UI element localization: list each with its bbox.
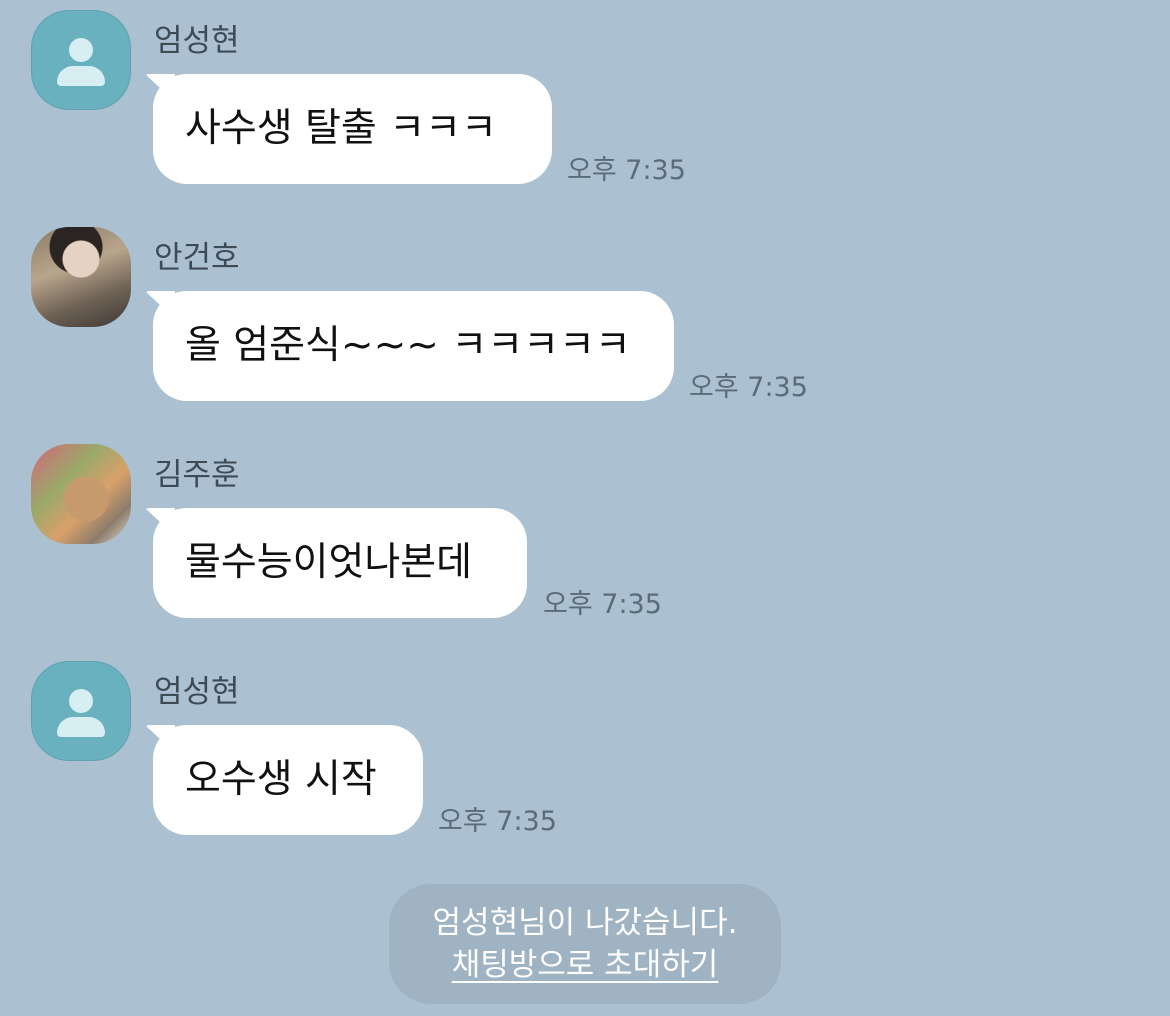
system-notice: 엄성현님이 나갔습니다. 채팅방으로 초대하기 — [389, 884, 781, 1004]
user-left-text: 엄성현님이 나갔습니다. — [432, 905, 738, 941]
message-time: 오후 7:35 — [567, 155, 686, 186]
sender-name: 엄성현 — [154, 23, 240, 59]
message-bubble[interactable]: 올 엄준식~~~ ㅋㅋㅋㅋㅋ — [153, 291, 674, 401]
default-profile-icon — [69, 38, 93, 62]
message-time: 오후 7:35 — [438, 806, 557, 837]
message-bubble[interactable]: 사수생 탈출 ㅋㅋㅋ — [153, 74, 552, 184]
avatar[interactable] — [31, 661, 131, 761]
sender-name: 엄성현 — [154, 674, 240, 710]
default-profile-icon — [69, 689, 93, 713]
message-bubble[interactable]: 오수생 시작 — [153, 725, 423, 835]
sender-name: 김주훈 — [154, 457, 240, 493]
invite-to-chat-link[interactable]: 채팅방으로 초대하기 — [452, 944, 719, 986]
message-bubble[interactable]: 물수능이엇나본데 — [153, 508, 527, 618]
avatar[interactable] — [31, 227, 131, 327]
message-time: 오후 7:35 — [543, 589, 662, 620]
avatar[interactable] — [31, 10, 131, 110]
message-time: 오후 7:35 — [689, 372, 808, 403]
avatar[interactable] — [31, 444, 131, 544]
sender-name: 안건호 — [154, 240, 240, 276]
